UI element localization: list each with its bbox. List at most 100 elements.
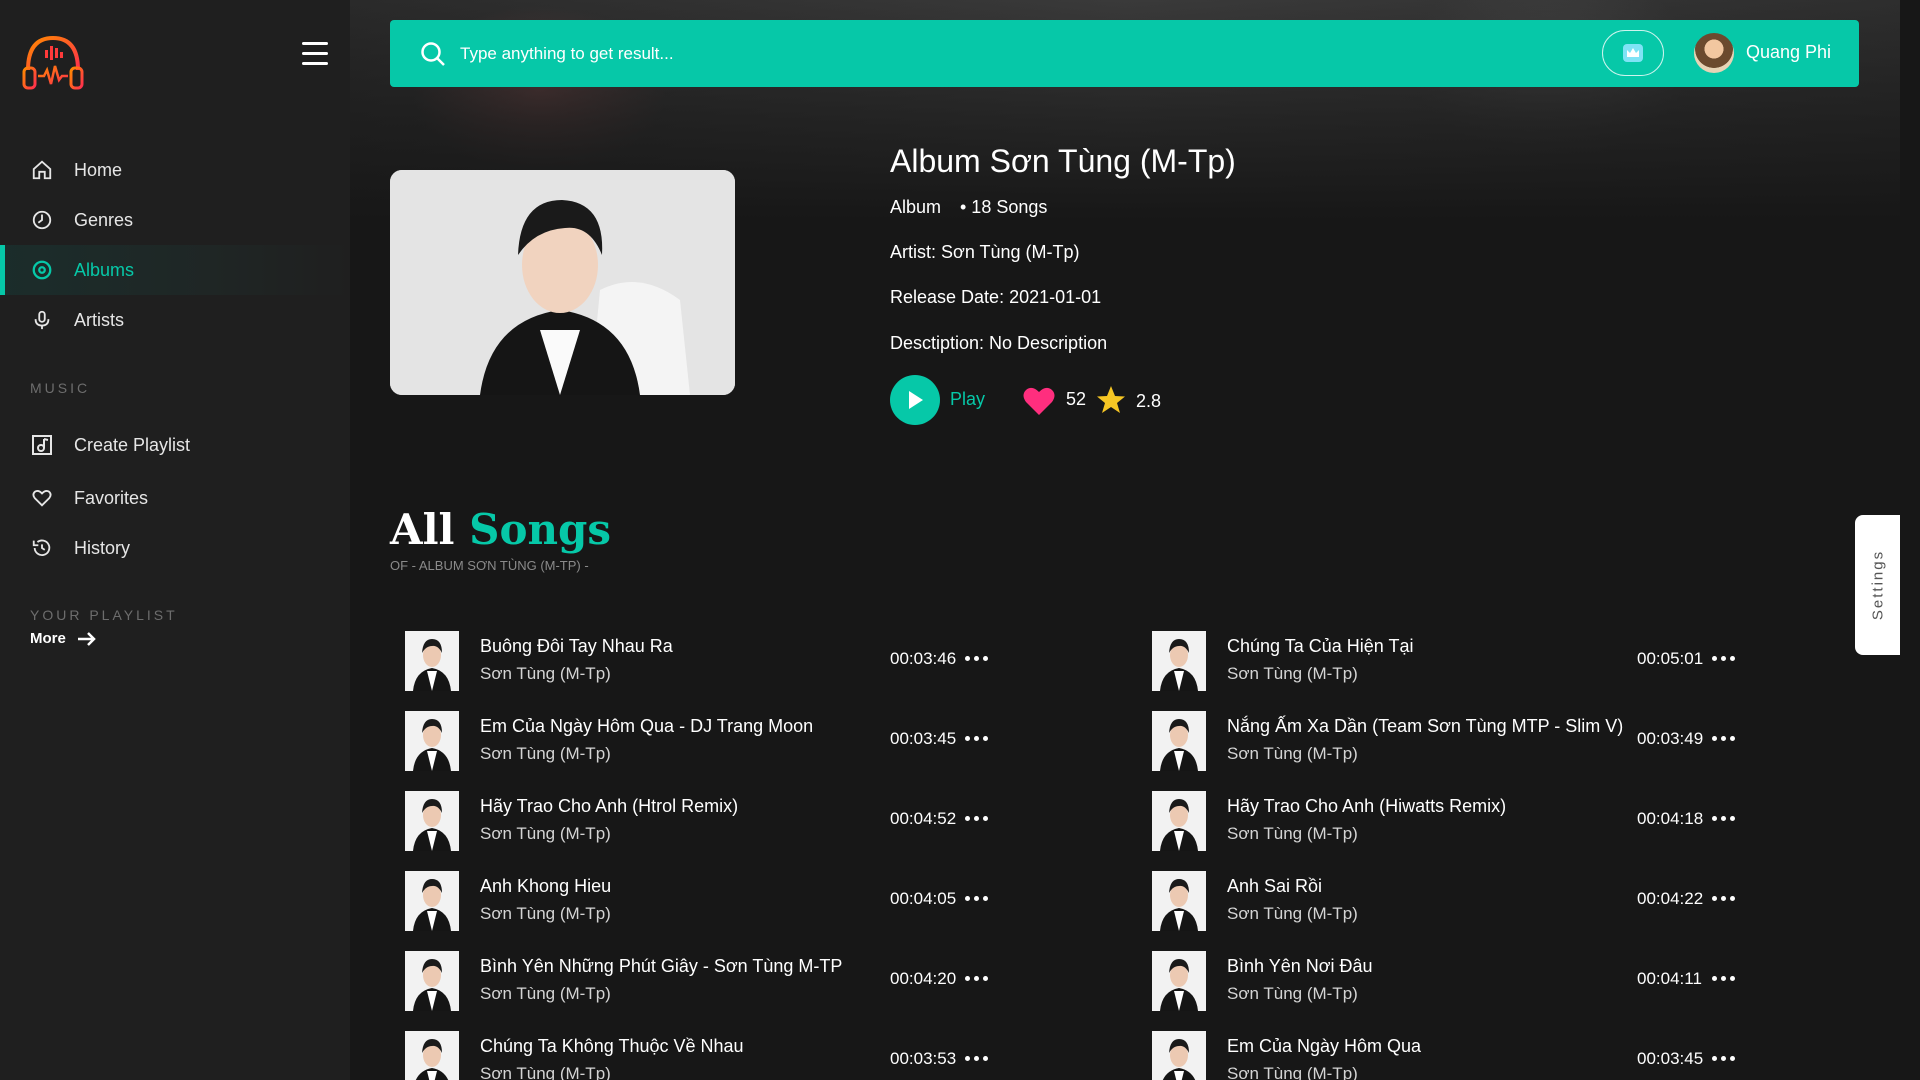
arrow-right-icon [77, 631, 96, 646]
nav-item-genres[interactable]: Genres [0, 195, 350, 245]
song-duration: 00:04:22 [1637, 889, 1704, 908]
page-scrollbar[interactable] [1900, 0, 1920, 1080]
album-type: Album [890, 197, 942, 217]
search-input[interactable] [460, 38, 1360, 70]
star-icon[interactable] [1096, 385, 1126, 415]
song-row[interactable]: Nắng Ấm Xa Dần (Team Sơn Tùng MTP - Slim… [1137, 706, 1857, 776]
settings-tab[interactable]: Settings [1855, 515, 1900, 655]
song-artist[interactable]: Sơn Tùng (M-Tp) [1227, 904, 1358, 924]
song-duration: 00:03:46 [890, 649, 957, 668]
song-thumbnail [1152, 631, 1206, 691]
more-options-icon[interactable] [1712, 968, 1742, 988]
song-row[interactable]: Chúng Ta Của Hiện Tại Sơn Tùng (M-Tp) 00… [1137, 626, 1857, 696]
more-options-icon[interactable] [965, 968, 995, 988]
song-artist[interactable]: Sơn Tùng (M-Tp) [480, 1064, 611, 1080]
more-options-icon[interactable] [965, 888, 995, 908]
nav-label: History [74, 537, 131, 558]
hamburger-menu-icon[interactable] [302, 42, 328, 66]
nav-item-albums[interactable]: Albums [0, 245, 350, 295]
search-icon[interactable] [420, 41, 446, 67]
all-songs-heading: All Songs [390, 505, 611, 554]
nav-item-home[interactable]: Home [0, 145, 350, 195]
song-duration: 00:04:05 [890, 889, 957, 908]
album-song-count: • 18 Songs [960, 197, 1048, 217]
more-options-icon[interactable] [1712, 808, 1742, 828]
song-artist[interactable]: Sơn Tùng (M-Tp) [1227, 744, 1358, 764]
song-title[interactable]: Buông Đôi Tay Nhau Ra [480, 636, 673, 657]
song-row[interactable]: Em Của Ngày Hôm Qua - DJ Trang Moon Sơn … [390, 706, 1110, 776]
song-artist[interactable]: Sơn Tùng (M-Tp) [1227, 664, 1358, 684]
song-title[interactable]: Bình Yên Nơi Đâu [1227, 956, 1373, 977]
song-row[interactable]: Em Của Ngày Hôm Qua Sơn Tùng (M-Tp) 00:0… [1137, 1026, 1857, 1080]
heart-icon[interactable] [1022, 386, 1056, 416]
album-description: Desctiption: No Description [890, 333, 1108, 353]
history-icon [30, 536, 54, 560]
album-release-date: Release Date: 2021-01-01 [890, 287, 1102, 307]
song-row[interactable]: Hãy Trao Cho Anh (Htrol Remix) Sơn Tùng … [390, 786, 1110, 856]
more-options-icon[interactable] [965, 728, 995, 748]
song-row[interactable]: Anh Khong Hieu Sơn Tùng (M-Tp) 00:04:05 [390, 866, 1110, 936]
song-title[interactable]: Nắng Ấm Xa Dần (Team Sơn Tùng MTP - Slim… [1227, 716, 1623, 737]
your-playlist-section-label: YOUR PLAYLIST [30, 607, 178, 623]
more-options-icon[interactable] [965, 1048, 995, 1068]
play-button[interactable] [890, 375, 940, 425]
song-duration: 00:03:53 [890, 1049, 957, 1068]
play-label[interactable]: Play [950, 389, 985, 410]
more-options-icon[interactable] [965, 808, 995, 828]
song-artist[interactable]: Sơn Tùng (M-Tp) [480, 744, 611, 764]
song-row[interactable]: Chúng Ta Không Thuộc Về Nhau Sơn Tùng (M… [390, 1026, 1110, 1080]
more-options-icon[interactable] [1712, 888, 1742, 908]
album-title: Album Sơn Tùng (M-Tp) [890, 143, 1236, 179]
song-artist[interactable]: Sơn Tùng (M-Tp) [480, 824, 611, 844]
nav-item-create-playlist[interactable]: Create Playlist [0, 420, 350, 470]
album-artist: Artist: Sơn Tùng (M-Tp) [890, 242, 1080, 262]
more-options-icon[interactable] [1712, 1048, 1742, 1068]
more-link[interactable]: More [30, 630, 98, 647]
song-title[interactable]: Anh Khong Hieu [480, 876, 611, 897]
song-duration: 00:03:49 [1637, 729, 1704, 748]
song-title[interactable]: Hãy Trao Cho Anh (Htrol Remix) [480, 796, 738, 817]
more-options-icon[interactable] [965, 648, 995, 668]
song-artist[interactable]: Sơn Tùng (M-Tp) [1227, 824, 1358, 844]
more-label: More [30, 630, 66, 647]
album-cover-image [390, 170, 735, 395]
song-duration: 00:04:11 [1637, 969, 1702, 988]
sidebar: Home Genres Albums Artists MUSIC Create … [0, 0, 350, 1080]
more-options-icon[interactable] [1712, 648, 1742, 668]
song-title[interactable]: Anh Sai Rồi [1227, 876, 1322, 897]
song-duration: 00:04:20 [890, 969, 957, 988]
crown-icon [1623, 44, 1643, 62]
song-title[interactable]: Bình Yên Những Phút Giây - Sơn Tùng M-TP [480, 956, 842, 977]
more-options-icon[interactable] [1712, 728, 1742, 748]
song-artist[interactable]: Sơn Tùng (M-Tp) [480, 904, 611, 924]
song-thumbnail [405, 871, 459, 931]
song-title[interactable]: Em Của Ngày Hôm Qua [1227, 1036, 1421, 1057]
likes-count: 52 [1066, 389, 1087, 409]
nav-label: Artists [74, 309, 125, 330]
song-artist[interactable]: Sơn Tùng (M-Tp) [480, 664, 611, 684]
song-thumbnail [405, 711, 459, 771]
song-row[interactable]: Anh Sai Rồi Sơn Tùng (M-Tp) 00:04:22 [1137, 866, 1857, 936]
song-row[interactable]: Buông Đôi Tay Nhau Ra Sơn Tùng (M-Tp) 00… [390, 626, 1110, 696]
song-artist[interactable]: Sơn Tùng (M-Tp) [1227, 984, 1358, 1004]
nav-label: Home [74, 159, 123, 180]
song-title[interactable]: Em Của Ngày Hôm Qua - DJ Trang Moon [480, 716, 813, 737]
nav-item-artists[interactable]: Artists [0, 295, 350, 345]
nav-item-history[interactable]: History [0, 523, 350, 573]
song-thumbnail [1152, 791, 1206, 851]
user-avatar[interactable] [1694, 33, 1734, 73]
premium-button[interactable] [1602, 30, 1664, 76]
song-row[interactable]: Bình Yên Những Phút Giây - Sơn Tùng M-TP… [390, 946, 1110, 1016]
song-title[interactable]: Chúng Ta Không Thuộc Về Nhau [480, 1036, 744, 1057]
heading-all: All [390, 505, 455, 554]
song-row[interactable]: Bình Yên Nơi Đâu Sơn Tùng (M-Tp) 00:04:1… [1137, 946, 1857, 1016]
play-icon [909, 391, 923, 409]
song-artist[interactable]: Sơn Tùng (M-Tp) [480, 984, 611, 1004]
song-title[interactable]: Chúng Ta Của Hiện Tại [1227, 636, 1413, 657]
user-name[interactable]: Quang Phi [1746, 42, 1831, 63]
song-title[interactable]: Hãy Trao Cho Anh (Hiwatts Remix) [1227, 796, 1506, 817]
headphones-logo[interactable] [20, 30, 86, 96]
nav-item-favorites[interactable]: Favorites [0, 473, 350, 523]
song-artist[interactable]: Sơn Tùng (M-Tp) [1227, 1064, 1358, 1080]
song-row[interactable]: Hãy Trao Cho Anh (Hiwatts Remix) Sơn Tùn… [1137, 786, 1857, 856]
